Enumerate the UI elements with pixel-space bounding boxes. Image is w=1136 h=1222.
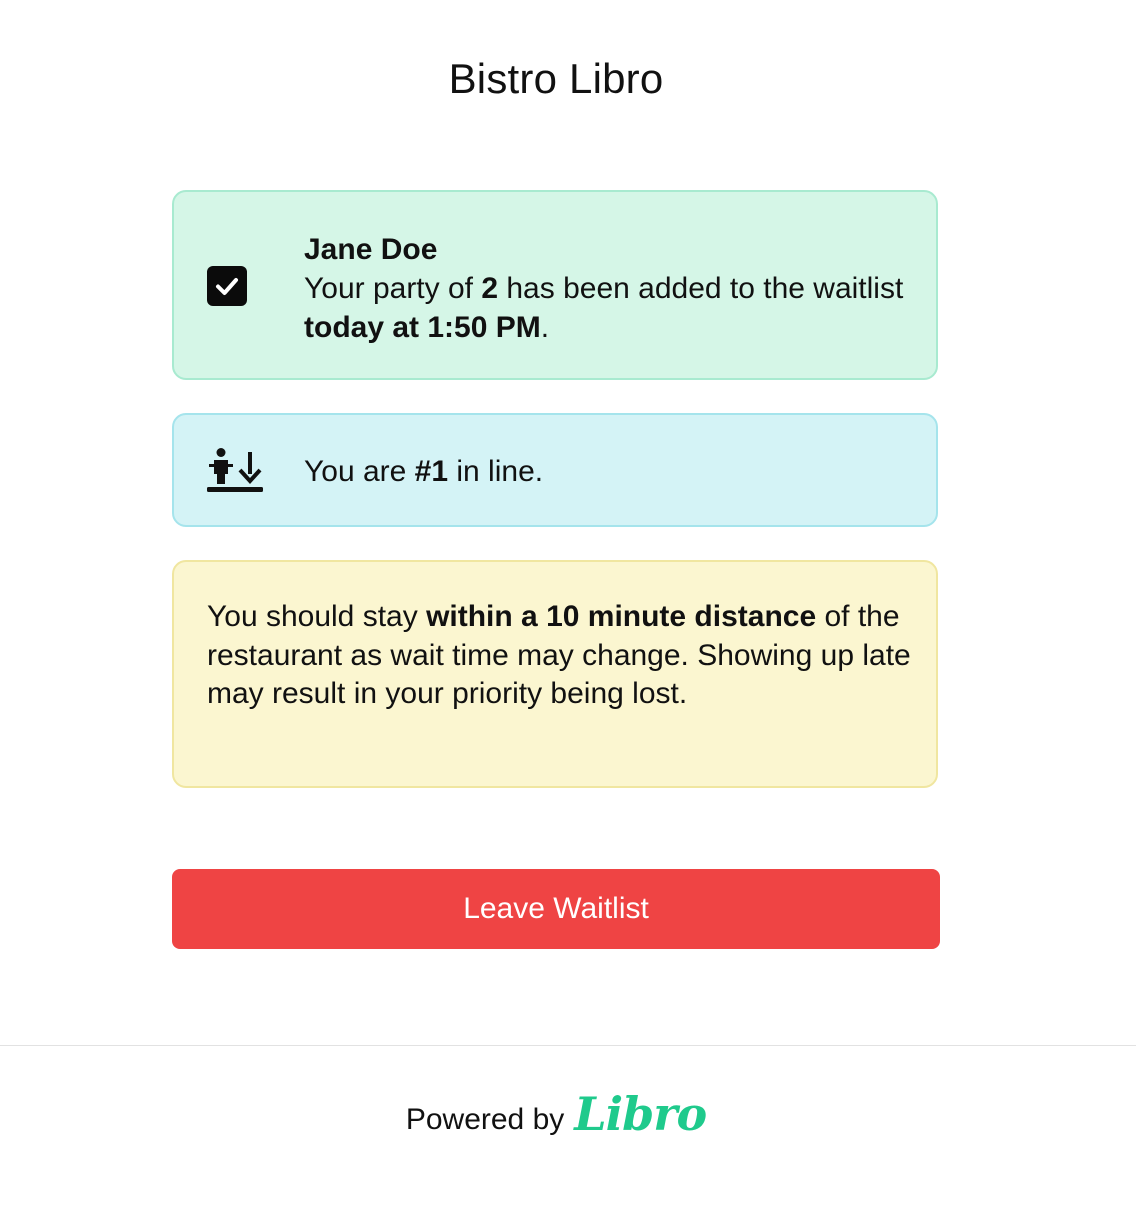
footer-divider <box>0 1045 1136 1046</box>
notice-text-before: You should stay <box>207 600 427 633</box>
person-in-line-icon <box>207 448 263 494</box>
party-text-end: . <box>540 311 550 344</box>
queue-position-message: You are #1 in line. <box>304 452 543 491</box>
party-text-after: has been added to the waitlist <box>498 272 904 305</box>
party-text-before: Your party of <box>304 272 482 305</box>
footer: Powered by Libro <box>0 1089 1112 1150</box>
confirmation-card: Jane Doe Your party of 2 has been added t… <box>172 190 938 380</box>
queue-position-number: #1 <box>414 455 449 488</box>
party-size: 2 <box>481 272 499 305</box>
guest-name: Jane Doe <box>304 233 438 266</box>
notice-emphasis: within a 10 minute distance <box>426 600 817 633</box>
libro-logo[interactable]: Libro <box>574 1089 707 1139</box>
distance-notice-message: You should stay within a 10 minute dista… <box>207 598 917 714</box>
position-text-before: You are <box>304 455 415 488</box>
leave-waitlist-button[interactable]: Leave Waitlist <box>172 869 940 949</box>
position-text-after: in line. <box>448 455 544 488</box>
confirmation-message: Jane Doe Your party of 2 has been added t… <box>304 230 904 347</box>
queue-position-card: You are #1 in line. <box>172 413 938 527</box>
distance-notice-card: You should stay within a 10 minute dista… <box>172 560 938 788</box>
restaurant-title: Bistro Libro <box>448 55 664 102</box>
time-added: today at 1:50 PM <box>304 311 541 344</box>
powered-by-text: Powered by <box>405 1103 565 1136</box>
waitlist-status-page: Bistro Libro Jane Doe Your party of 2 has… <box>0 0 1136 1222</box>
check-square-icon <box>207 266 247 306</box>
